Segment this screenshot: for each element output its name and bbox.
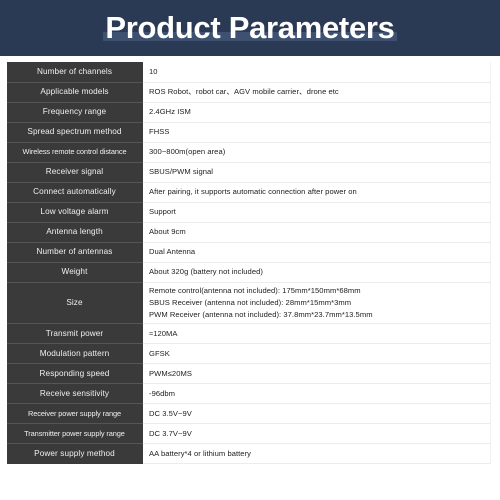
table-row: Receive sensitivity -96dbm xyxy=(7,383,491,405)
spec-value-cell: DC 3.7V~9V xyxy=(142,423,491,445)
spec-value-cell: 300~800m(open area) xyxy=(142,142,491,163)
spec-label-cell: Number of channels xyxy=(7,62,143,83)
spec-label-cell: Wireless remote control distance xyxy=(7,142,143,163)
product-spec-table: Number of channels 10 Applicable models ROS… xyxy=(7,62,491,465)
spec-value-cell: GFSK xyxy=(142,343,491,365)
table-row: Receiver power supply range DC 3.5V~9V xyxy=(7,403,491,425)
spec-value-line: DC 3.7V~9V xyxy=(149,429,192,438)
page-title-wrap: Product Parameters xyxy=(99,9,400,47)
spec-value-line: ROS Robot、robot car、AGV mobile carrier、d… xyxy=(149,87,339,97)
spec-value-line: 10 xyxy=(149,66,158,76)
spec-value-cell: After pairing, it supports automatic con… xyxy=(142,182,491,203)
spec-label-cell: Antenna length xyxy=(7,222,143,243)
spec-value-line: DC 3.5V~9V xyxy=(149,409,192,418)
spec-value-line: AA battery*4 or lithium battery xyxy=(149,449,252,458)
spec-label-cell: Receiver signal xyxy=(7,162,143,183)
spec-value-line: ≈120MA xyxy=(149,329,178,338)
spec-label-cell: Receive sensitivity xyxy=(7,383,143,405)
product-parameters-page: Product Parameters Number of channels 10 A… xyxy=(0,0,500,500)
spec-value-cell: DC 3.5V~9V xyxy=(142,403,491,425)
spec-label-cell: Power supply method xyxy=(7,443,143,464)
spec-value-cell: ROS Robot、robot car、AGV mobile carrier、d… xyxy=(142,82,491,103)
spec-value-cell: 10 xyxy=(142,62,491,83)
spec-value-line: About 320g (battery not included) xyxy=(149,267,263,277)
table-row: Spread spectrum method FHSS xyxy=(7,122,491,143)
spec-value-line: 2.4GHz ISM xyxy=(149,107,191,117)
spec-value-cell: Support xyxy=(142,202,491,223)
spec-value-line: Remote control(antenna not included): 17… xyxy=(149,285,361,295)
spec-value-line: FHSS xyxy=(149,127,170,137)
spec-label-cell: Applicable models xyxy=(7,82,143,103)
spec-value-line: GFSK xyxy=(149,349,170,358)
table-row: Receiver signal SBUS/PWM signal xyxy=(7,162,491,183)
spec-value-line: SBUS/PWM signal xyxy=(149,167,214,177)
table-row: Connect automatically After pairing, it s… xyxy=(7,182,491,203)
spec-value-cell: 2.4GHz ISM xyxy=(142,102,491,123)
spec-value-line: PWM Receiver (antenna not included): 37.… xyxy=(149,310,373,320)
page-header-banner: Product Parameters xyxy=(0,0,500,56)
table-row: Transmitter power supply range DC 3.7V~9V xyxy=(7,423,491,445)
table-row: Modulation pattern GFSK xyxy=(7,343,491,365)
table-row: Low voltage alarm Support xyxy=(7,202,491,223)
spec-label-cell: Connect automatically xyxy=(7,182,143,203)
table-row: Number of antennas Dual Antenna xyxy=(7,242,491,263)
spec-value-line: Support xyxy=(149,207,176,217)
spec-label-cell: Spread spectrum method xyxy=(7,122,143,143)
spec-value-line: -96dbm xyxy=(149,389,176,398)
spec-value-cell: FHSS xyxy=(142,122,491,143)
table-row: Weight About 320g (battery not included) xyxy=(7,262,491,283)
spec-value-line: About 9cm xyxy=(149,227,186,237)
spec-label-cell: Weight xyxy=(7,262,143,283)
spec-value-cell: AA battery*4 or lithium battery xyxy=(142,443,491,465)
spec-value-cell: PWM≤20MS xyxy=(142,363,491,385)
spec-label-cell: Responding speed xyxy=(7,363,143,385)
spec-table-wrap: Number of channels 10 Applicable models ROS… xyxy=(7,62,491,465)
spec-value-cell: About 9cm xyxy=(142,222,491,243)
spec-label-cell: Frequency range xyxy=(7,102,143,123)
spec-value-cell: SBUS/PWM signal xyxy=(142,162,491,183)
spec-value-line: Dual Antenna xyxy=(149,247,196,257)
table-row: Antenna length About 9cm xyxy=(7,222,491,243)
spec-value-cell: Dual Antenna xyxy=(142,242,491,263)
spec-label-cell: Transmit power xyxy=(7,323,143,345)
spec-label-cell: Low voltage alarm xyxy=(7,202,143,223)
spec-label-cell: Modulation pattern xyxy=(7,343,143,365)
spec-value-line: PWM≤20MS xyxy=(149,369,192,378)
spec-value-cell: About 320g (battery not included) xyxy=(142,262,491,283)
table-row: Responding speed PWM≤20MS xyxy=(7,363,491,385)
spec-value-cell: -96dbm xyxy=(142,383,491,405)
table-row: Transmit power ≈120MA xyxy=(7,323,491,345)
spec-label-cell: Receiver power supply range xyxy=(7,403,143,425)
table-row: Frequency range 2.4GHz ISM xyxy=(7,102,491,123)
table-row: Wireless remote control distance 300~800m… xyxy=(7,142,491,163)
table-row: Applicable models ROS Robot、robot car、AGV… xyxy=(7,82,491,103)
table-row: Number of channels 10 xyxy=(7,62,491,83)
spec-label-cell: Transmitter power supply range xyxy=(7,423,143,445)
table-row: Size Remote control(antenna not included)… xyxy=(7,282,491,325)
spec-value-line: 300~800m(open area) xyxy=(149,147,226,157)
spec-value-line: SBUS Receiver (antenna not included): 28… xyxy=(149,297,352,307)
spec-label-cell: Number of antennas xyxy=(7,242,143,263)
spec-value-line: After pairing, it supports automatic con… xyxy=(149,187,357,197)
spec-value-cell: ≈120MA xyxy=(142,323,491,345)
table-row: Power supply method AA battery*4 or lithi… xyxy=(7,443,491,465)
spec-value-cell: Remote control(antenna not included): 17… xyxy=(142,282,491,325)
page-title: Product Parameters xyxy=(105,10,395,45)
spec-label-cell: Size xyxy=(7,282,143,325)
